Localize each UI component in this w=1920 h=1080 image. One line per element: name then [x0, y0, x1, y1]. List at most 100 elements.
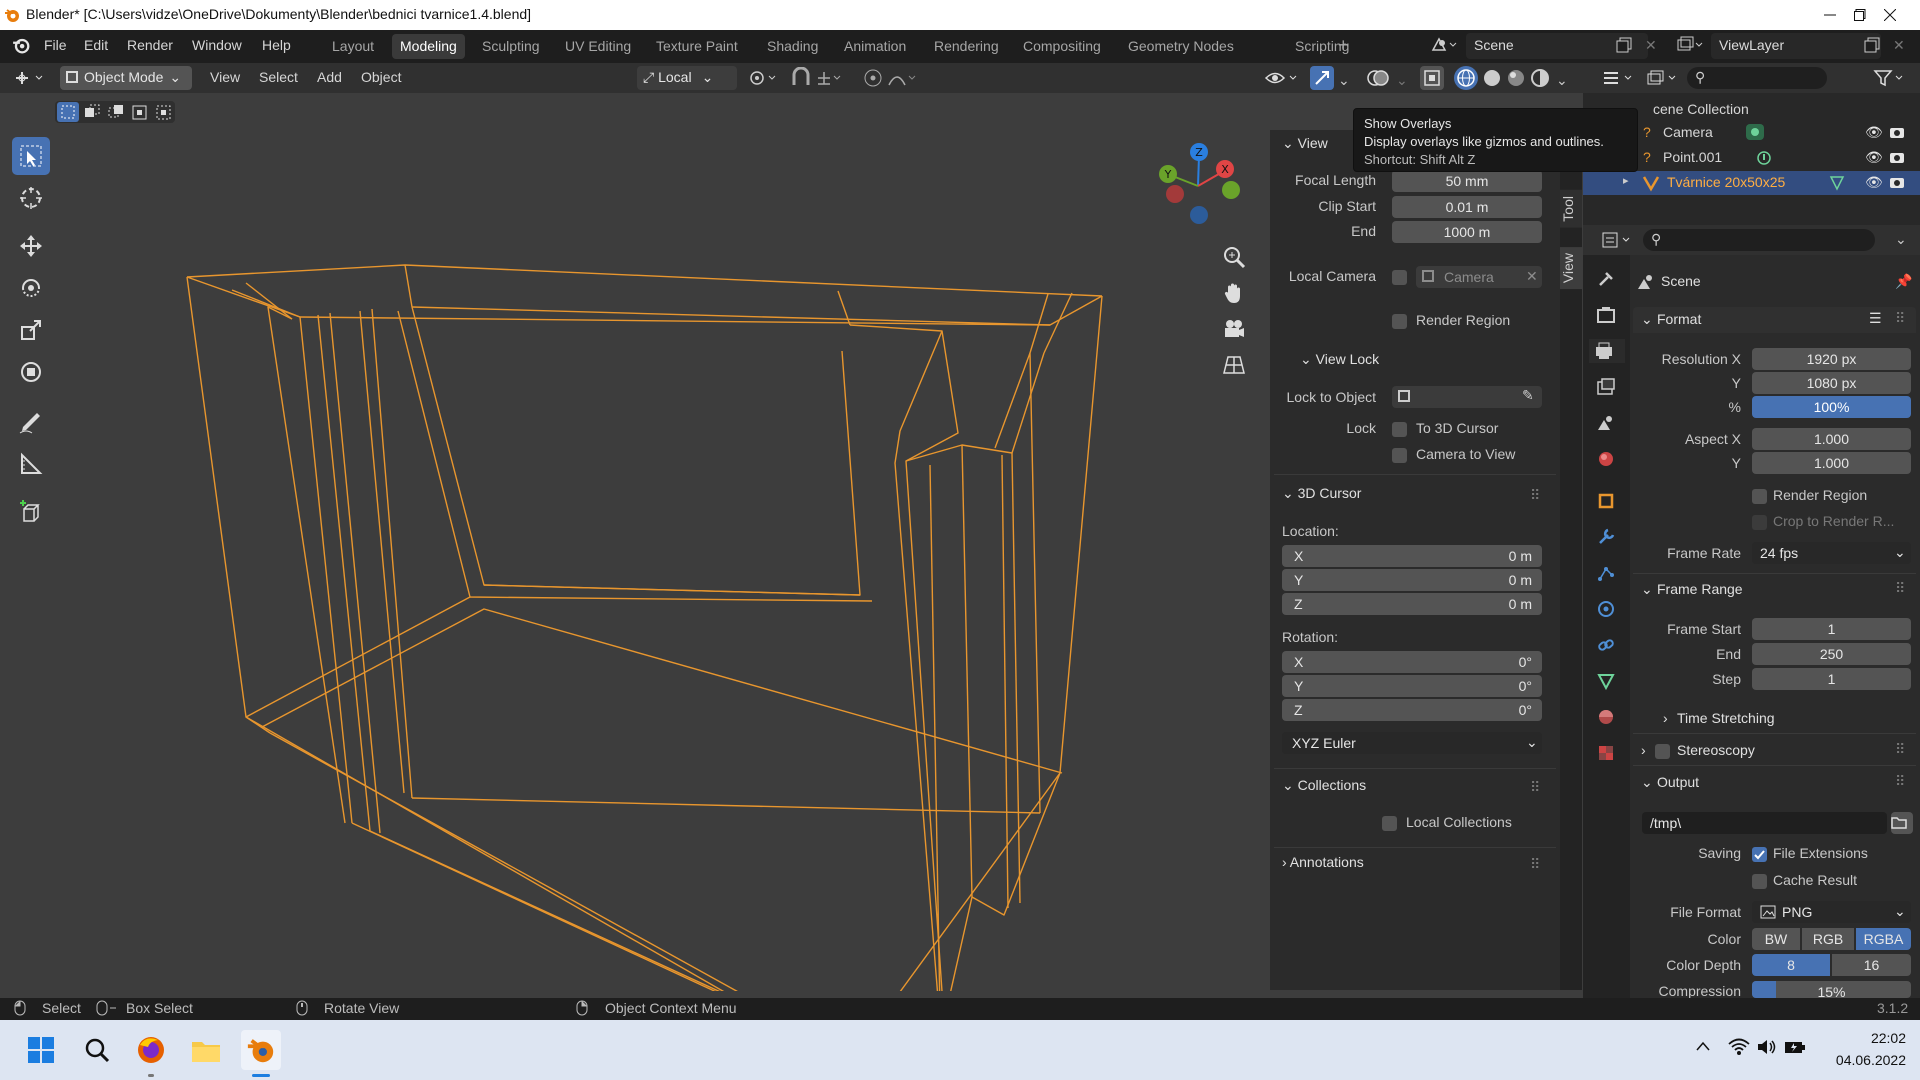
gizmo-neg-y-icon[interactable] [1222, 181, 1240, 199]
annotations-section-header[interactable]: › Annotations [1282, 854, 1364, 870]
frame-start-field[interactable]: 1 [1752, 618, 1911, 640]
menu-window[interactable]: Window [192, 37, 242, 53]
expand-arrow-icon[interactable]: ▸ [1623, 174, 1629, 187]
drag-handle-icon[interactable]: ⠿ [1530, 487, 1540, 504]
menu-help[interactable]: Help [262, 37, 291, 53]
clock-time[interactable]: 22:02 [1830, 1030, 1906, 1046]
crop-render-region-checkbox[interactable] [1752, 515, 1767, 530]
cursor-location-x-field[interactable]: X 0 m [1282, 545, 1542, 567]
eye-visibility-icon[interactable]: 👁 [1865, 149, 1883, 166]
light-data-icon[interactable] [1755, 149, 1773, 167]
frame-step-field[interactable]: 1 [1752, 668, 1911, 690]
texture-properties-icon[interactable] [1594, 741, 1618, 765]
taskbar-search-icon[interactable] [77, 1030, 117, 1070]
solid-shading-icon[interactable] [1480, 66, 1504, 90]
cursor-rotation-x-field[interactable]: X 0° [1282, 651, 1542, 673]
properties-editor-icon[interactable] [1601, 230, 1637, 250]
menu-object[interactable]: Object [361, 69, 401, 85]
workspace-tab-compositing[interactable]: Compositing [1015, 34, 1109, 59]
firefox-icon[interactable] [131, 1030, 171, 1070]
stereoscopy-checkbox[interactable] [1655, 744, 1670, 759]
visibility-icon[interactable] [1264, 67, 1300, 89]
physics-properties-icon[interactable] [1594, 597, 1618, 621]
render-camera-icon[interactable] [1889, 150, 1905, 164]
modifier-properties-icon[interactable] [1594, 525, 1618, 549]
cursor-rotation-y-field[interactable]: Y 0° [1282, 675, 1542, 697]
outliner-editor-icon[interactable] [1601, 68, 1637, 88]
show-hidden-icons-chevron-icon[interactable] [1695, 1040, 1711, 1052]
display-mode-icon[interactable] [1645, 68, 1681, 88]
pin-icon[interactable]: 📌 [1895, 273, 1912, 290]
chevron-down-icon[interactable]: ⌄ [1396, 72, 1408, 89]
windows-start-icon[interactable] [21, 1030, 61, 1070]
navigation-gizmo[interactable]: Z X Y [1148, 138, 1243, 233]
render-region-checkbox[interactable] [1752, 489, 1767, 504]
wireframe-object-tvarnice[interactable] [0, 93, 1120, 991]
gizmo-toggle-icon[interactable] [1310, 66, 1334, 90]
add-workspace-icon[interactable]: + [1338, 35, 1349, 56]
output-path-input[interactable]: /tmp\ [1642, 812, 1887, 834]
close-window-button[interactable] [1860, 0, 1920, 30]
drag-handle-icon[interactable]: ⠿ [1895, 580, 1905, 597]
file-explorer-icon[interactable] [186, 1030, 226, 1070]
3d-cursor-section-header[interactable]: ⌄ 3D Cursor [1282, 485, 1361, 502]
menu-edit[interactable]: Edit [84, 37, 108, 53]
eye-visibility-icon[interactable]: 👁 [1865, 174, 1883, 191]
scene-selector-icon[interactable] [1430, 36, 1458, 54]
camera-data-icon[interactable] [1745, 122, 1765, 142]
mesh-data-properties-icon[interactable] [1594, 669, 1618, 693]
camera-view-icon[interactable] [1222, 317, 1246, 341]
new-scene-icon[interactable] [1616, 36, 1634, 54]
view-layer-icon[interactable] [1676, 36, 1704, 54]
wireframe-shading-icon[interactable] [1454, 66, 1478, 90]
aspect-y-field[interactable]: 1.000 [1752, 452, 1911, 474]
gizmo-neg-z-icon[interactable] [1190, 206, 1208, 224]
frame-rate-dropdown[interactable]: 24 fps ⌄ [1752, 542, 1911, 564]
blender-taskbar-icon[interactable] [241, 1030, 281, 1070]
cursor-location-y-field[interactable]: Y 0 m [1282, 569, 1542, 591]
blender-menu-icon[interactable] [12, 36, 30, 54]
drag-handle-icon[interactable]: ⠿ [1895, 773, 1905, 790]
menu-render[interactable]: Render [127, 37, 173, 53]
clip-end-field[interactable]: 1000 m [1392, 221, 1542, 243]
workspace-tab-shading[interactable]: Shading [759, 34, 826, 59]
wifi-icon[interactable] [1728, 1038, 1750, 1056]
falloff-icon[interactable] [887, 67, 919, 89]
menu-select[interactable]: Select [259, 69, 298, 85]
aspect-x-field[interactable]: 1.000 [1752, 428, 1911, 450]
local-camera-field[interactable]: Camera ✕ [1416, 266, 1542, 288]
snap-toggle-icon[interactable] [790, 67, 812, 89]
output-panel-header[interactable]: ⌄ Output ⠿ [1633, 771, 1916, 795]
compression-slider[interactable]: 15% [1752, 981, 1911, 998]
chevron-down-icon[interactable]: ⌄ [1338, 72, 1350, 89]
material-properties-icon[interactable] [1594, 705, 1618, 729]
mesh-data-icon[interactable] [1827, 173, 1847, 193]
chevron-down-icon[interactable]: ⌄ [1556, 72, 1568, 89]
properties-search-input[interactable]: ⚲ [1643, 229, 1875, 251]
view-lock-section-header[interactable]: ⌄ View Lock [1300, 351, 1379, 368]
drag-handle-icon[interactable]: ⠿ [1895, 741, 1905, 758]
material-preview-icon[interactable] [1504, 66, 1528, 90]
particles-properties-icon[interactable] [1594, 561, 1618, 585]
workspace-tab-animation[interactable]: Animation [836, 34, 914, 59]
resolution-x-field[interactable]: 1920 px [1752, 348, 1911, 370]
time-stretching-subpanel[interactable]: › Time Stretching [1655, 707, 1916, 729]
tool-properties-icon[interactable] [1594, 267, 1618, 291]
workspace-tab-texture-paint[interactable]: Texture Paint [648, 34, 746, 59]
view-layer-properties-icon[interactable] [1594, 375, 1618, 399]
resolution-y-field[interactable]: 1080 px [1752, 372, 1911, 394]
clip-start-field[interactable]: 0.01 m [1392, 196, 1542, 218]
world-properties-icon[interactable] [1594, 447, 1618, 471]
drag-handle-icon[interactable]: ⠿ [1530, 856, 1540, 873]
perspective-toggle-icon[interactable] [1222, 353, 1246, 377]
workspace-tab-layout[interactable]: Layout [324, 34, 382, 59]
chevron-down-icon[interactable]: ⌄ [1895, 231, 1907, 248]
object-properties-icon[interactable] [1594, 489, 1618, 513]
gizmo-neg-x-icon[interactable] [1166, 185, 1184, 203]
tab-view[interactable]: View [1560, 247, 1582, 290]
drag-handle-icon[interactable]: ⠿ [1530, 779, 1540, 796]
scene-collection-label[interactable]: cene Collection [1653, 101, 1749, 117]
color-rgba-option[interactable]: RGBA [1856, 928, 1911, 950]
frame-end-field[interactable]: 250 [1752, 643, 1911, 665]
view-section-header[interactable]: ⌄ View [1282, 135, 1328, 152]
